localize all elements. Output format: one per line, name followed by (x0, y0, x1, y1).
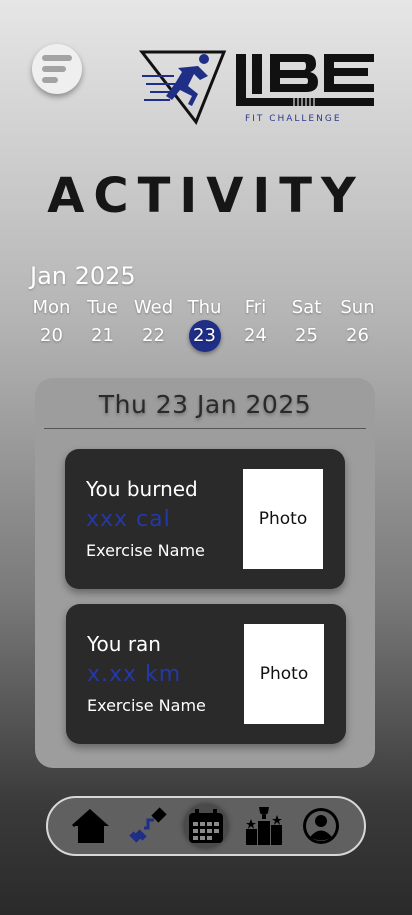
menu-button[interactable] (32, 44, 82, 94)
day-number: 22 (142, 325, 165, 346)
day-number: 21 (91, 325, 114, 346)
day-number: 24 (244, 325, 267, 346)
card-value: xxx cal (86, 507, 171, 532)
menu-icon-line (42, 66, 66, 72)
day-name: Sun (340, 297, 375, 318)
leaderboard-icon (245, 807, 282, 845)
menu-icon-line (42, 55, 72, 61)
day-name: Sat (291, 297, 322, 318)
activity-panel: Thu 23 Jan 2025 You burned xxx cal Exerc… (35, 378, 375, 768)
page-title: ACTIVITY (47, 168, 365, 224)
activity-card-distance[interactable]: You ran x.xx km Exercise Name Photo (66, 604, 346, 744)
calendar-icon (188, 809, 223, 843)
nav-home[interactable] (69, 804, 113, 848)
day-wed[interactable]: Wed 22 (128, 298, 179, 352)
card-value: x.xx km (87, 662, 182, 687)
nav-profile[interactable] (299, 804, 343, 848)
day-number: 26 (346, 325, 369, 346)
day-name: Wed (133, 297, 174, 318)
activity-card-calories[interactable]: You burned xxx cal Exercise Name Photo (65, 449, 345, 589)
nav-calendar[interactable] (183, 804, 228, 848)
day-thu-selected[interactable]: Thu 23 (179, 298, 230, 352)
day-tue[interactable]: Tue 21 (77, 298, 128, 352)
month-label: Jan 2025 (30, 262, 136, 290)
brand-tagline: FIT CHALLENGE (245, 114, 342, 124)
bottom-nav (46, 796, 366, 856)
day-name: Tue (87, 297, 118, 318)
home-icon (71, 808, 109, 843)
day-fri[interactable]: Fri 24 (230, 298, 281, 352)
card-label: You ran (87, 632, 161, 656)
day-sun[interactable]: Sun 26 (332, 298, 383, 352)
nav-leaderboard[interactable] (242, 804, 286, 848)
card-exercise-name: Exercise Name (87, 696, 206, 715)
day-mon[interactable]: Mon 20 (26, 298, 77, 352)
day-sat[interactable]: Sat 25 (281, 298, 332, 352)
nav-workouts[interactable] (126, 804, 170, 848)
profile-icon (303, 808, 340, 844)
day-name: Mon (32, 297, 71, 318)
panel-date-heading: Thu 23 Jan 2025 (98, 390, 312, 419)
card-label: You burned (86, 477, 198, 501)
menu-icon-line (42, 77, 58, 83)
day-number: 20 (40, 325, 63, 346)
day-name: Fri (244, 297, 267, 318)
day-number: 23 (188, 320, 221, 352)
card-exercise-name: Exercise Name (86, 541, 205, 560)
divider (44, 428, 366, 429)
card-photo[interactable]: Photo (243, 469, 323, 569)
day-number: 25 (295, 325, 318, 346)
card-photo[interactable]: Photo (244, 624, 324, 724)
day-name: Thu (187, 297, 222, 318)
dumbbell-icon (129, 807, 168, 843)
runner-icon (142, 54, 209, 106)
week-strip: Mon 20 Tue 21 Wed 22 Thu 23 Fri 24 Sat 2… (26, 298, 386, 352)
